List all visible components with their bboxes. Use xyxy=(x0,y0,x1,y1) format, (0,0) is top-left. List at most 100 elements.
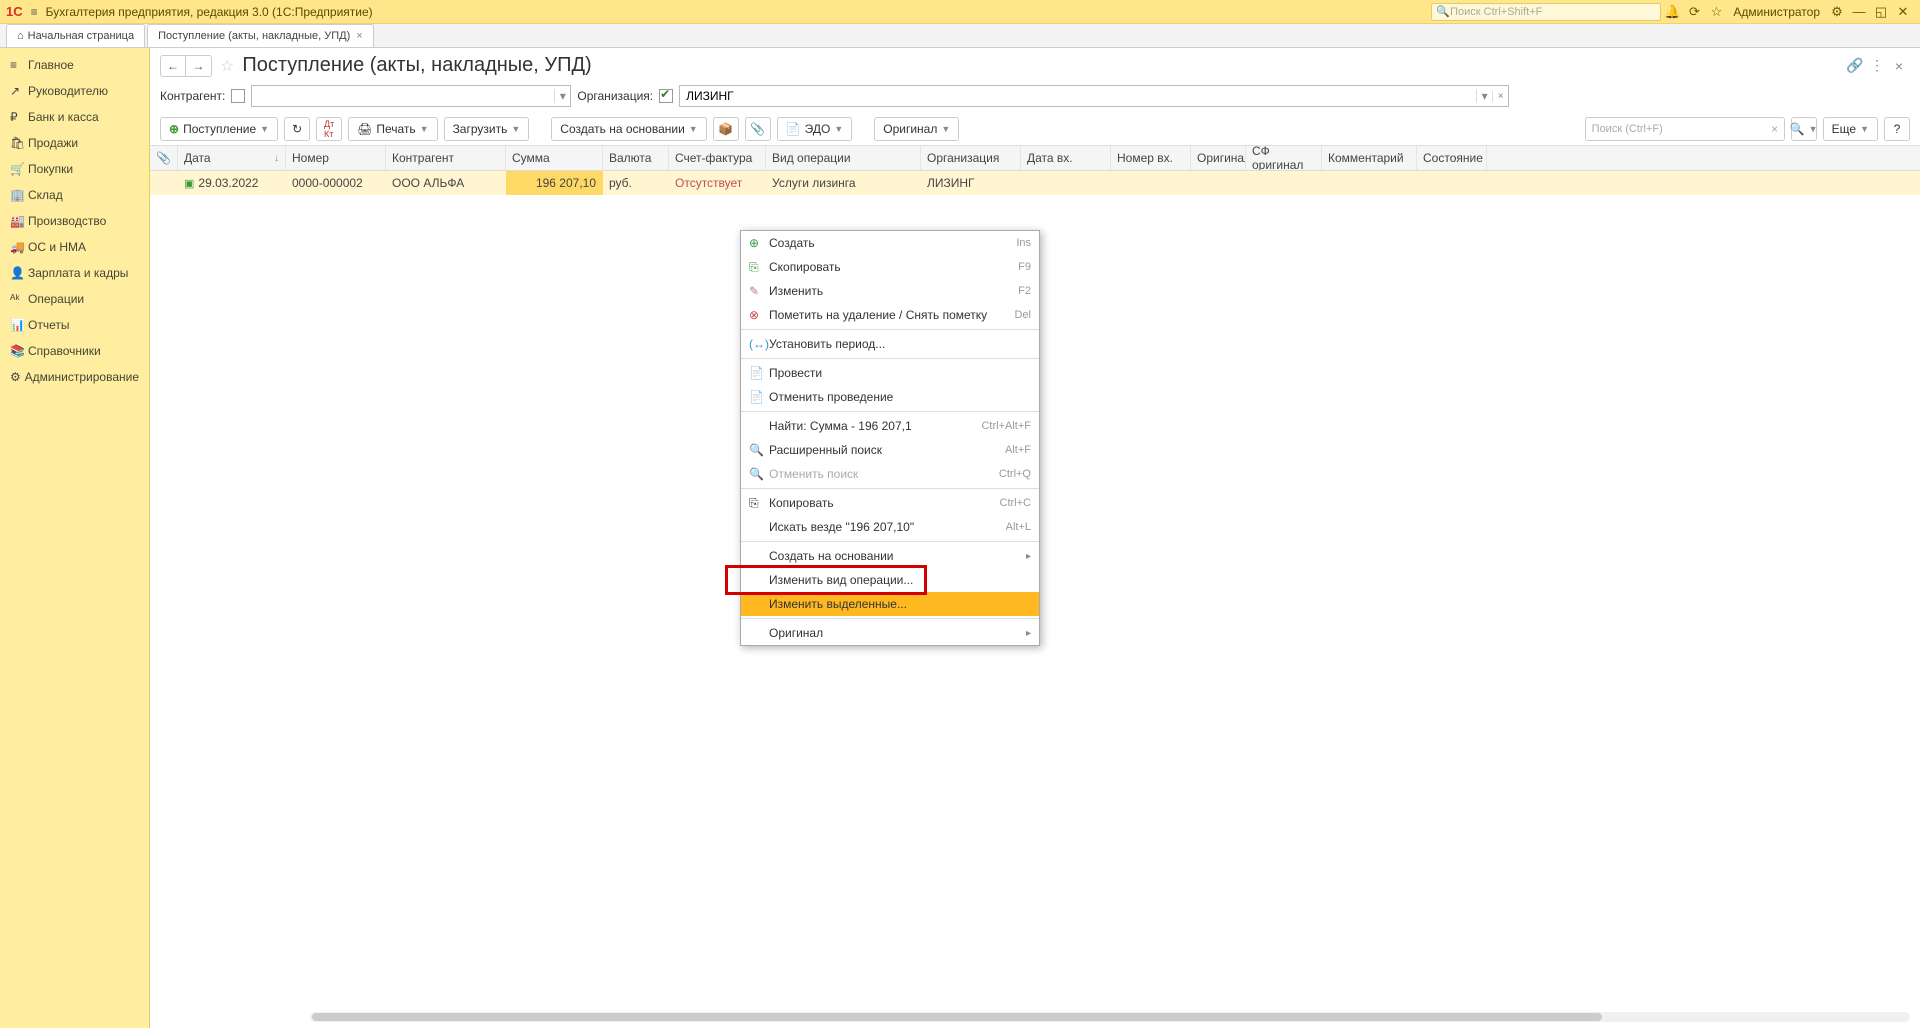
minimize-icon[interactable]: — xyxy=(1848,4,1870,19)
ruble-icon: ₽ xyxy=(10,110,28,124)
search-button[interactable]: 🔍▼ xyxy=(1791,117,1817,141)
menu-create[interactable]: ⊕СоздатьIns xyxy=(741,231,1039,255)
col-contr[interactable]: Контрагент xyxy=(386,146,506,170)
col-org[interactable]: Организация xyxy=(921,146,1021,170)
col-dtin[interactable]: Дата вх. xyxy=(1021,146,1111,170)
tab-home[interactable]: ⌂ Начальная страница xyxy=(6,24,145,47)
col-numin[interactable]: Номер вх. xyxy=(1111,146,1191,170)
hamburger-icon[interactable]: ≡ xyxy=(31,5,38,19)
doc-posted-icon: ▣ xyxy=(184,177,194,190)
menu-find[interactable]: Найти: Сумма - 196 207,1Ctrl+Alt+F xyxy=(741,414,1039,438)
filter-org-combo[interactable]: ЛИЗИНГ ▾ × xyxy=(679,85,1509,107)
settings-icon[interactable]: ⚙ xyxy=(1826,4,1848,20)
col-vid[interactable]: Вид операции xyxy=(766,146,921,170)
package-button[interactable]: 📦 xyxy=(713,117,739,141)
col-sforig[interactable]: СФ оригинал xyxy=(1246,146,1322,170)
col-curr[interactable]: Валюта xyxy=(603,146,669,170)
home-icon: ⌂ xyxy=(17,30,24,42)
filter-org-check[interactable] xyxy=(659,89,673,103)
col-state[interactable]: Состояние xyxy=(1417,146,1487,170)
menu-unpost[interactable]: 📄Отменить проведение xyxy=(741,385,1039,409)
attach-button[interactable]: 📎 xyxy=(745,117,771,141)
gear-icon: ⚙ xyxy=(10,370,25,384)
col-date[interactable]: Дата↓ xyxy=(178,146,286,170)
sidebar-item-manager[interactable]: ↗Руководителю xyxy=(0,78,149,104)
help-button[interactable]: ? xyxy=(1884,117,1910,141)
menu-search-all[interactable]: Искать везде "196 207,10"Alt+L xyxy=(741,515,1039,539)
menu-mark-delete[interactable]: ⊗Пометить на удаление / Снять пометкуDel xyxy=(741,303,1039,327)
menu-change-op[interactable]: Изменить вид операции... xyxy=(741,568,1039,592)
sidebar-item-sales[interactable]: 🛍Продажи xyxy=(0,130,149,156)
menu-post[interactable]: 📄Провести xyxy=(741,361,1039,385)
global-search[interactable]: 🔍 Поиск Ctrl+Shift+F xyxy=(1431,3,1661,21)
sidebar-item-production[interactable]: 🏭Производство xyxy=(0,208,149,234)
sidebar-item-reports[interactable]: 📊Отчеты xyxy=(0,312,149,338)
scrollbar-thumb[interactable] xyxy=(312,1013,1602,1021)
maximize-icon[interactable]: ◱ xyxy=(1870,4,1892,20)
print-button[interactable]: 🖨Печать▼ xyxy=(348,117,437,141)
menu-create-based[interactable]: Создать на основании▸ xyxy=(741,544,1039,568)
filter-contr-check[interactable] xyxy=(231,89,245,103)
col-clip[interactable]: 📎 xyxy=(150,146,178,170)
sidebar-item-admin[interactable]: ⚙Администрирование xyxy=(0,364,149,390)
filter-row: Контрагент: ▾ Организация: ЛИЗИНГ ▾ × xyxy=(150,83,1920,113)
edo-button[interactable]: 📄ЭДО▼ xyxy=(777,117,853,141)
more-icon[interactable]: ⋮ xyxy=(1866,57,1888,74)
menu-adv-find[interactable]: 🔍Расширенный поискAlt+F xyxy=(741,438,1039,462)
person-icon: 👤 xyxy=(10,266,28,280)
col-sf[interactable]: Счет-фактура xyxy=(669,146,766,170)
clear-search-icon[interactable]: × xyxy=(1766,122,1784,136)
sidebar-item-main[interactable]: ≡Главное xyxy=(0,52,149,78)
load-button[interactable]: Загрузить▼ xyxy=(444,117,530,141)
menu-edit[interactable]: ✎ИзменитьF2 xyxy=(741,279,1039,303)
sidebar-item-bank[interactable]: ₽Банк и касса xyxy=(0,104,149,130)
menu-original[interactable]: Оригинал▸ xyxy=(741,621,1039,645)
menu-set-period[interactable]: (↔)Установить период... xyxy=(741,332,1039,356)
grid-search[interactable]: Поиск (Ctrl+F) × xyxy=(1585,117,1785,141)
sidebar-item-assets[interactable]: 🚚ОС и НМА xyxy=(0,234,149,260)
ops-icon: ᴬᵏ xyxy=(10,292,28,306)
sidebar-item-refs[interactable]: 📚Справочники xyxy=(0,338,149,364)
chevron-down-icon[interactable]: ▾ xyxy=(1476,89,1492,103)
close-page-icon[interactable]: × xyxy=(1888,58,1910,74)
refresh-button[interactable]: ↻ xyxy=(284,117,310,141)
back-button[interactable]: ← xyxy=(160,55,186,77)
table-row[interactable]: ▣29.03.2022 0000-000002 ООО АЛЬФА 196 20… xyxy=(150,171,1920,195)
menu-copy[interactable]: ⎘СкопироватьF9 xyxy=(741,255,1039,279)
bell-icon[interactable]: 🔔 xyxy=(1661,4,1683,20)
chevron-down-icon[interactable]: ▾ xyxy=(554,89,570,103)
page-title: Поступление (акты, накладные, УПД) xyxy=(242,54,591,77)
sidebar-item-purchases[interactable]: 🛒Покупки xyxy=(0,156,149,182)
menu-change-selected[interactable]: Изменить выделенные... xyxy=(741,592,1039,616)
close-tab-icon[interactable]: × xyxy=(356,30,362,42)
sidebar-item-salary[interactable]: 👤Зарплата и кадры xyxy=(0,260,149,286)
menu-copy2[interactable]: ⎘КопироватьCtrl+C xyxy=(741,491,1039,515)
history-icon[interactable]: ⟳ xyxy=(1683,4,1705,20)
col-orig[interactable]: Оригинал xyxy=(1191,146,1246,170)
col-comm[interactable]: Комментарий xyxy=(1322,146,1417,170)
close-window-icon[interactable]: ✕ xyxy=(1892,4,1914,20)
link-icon[interactable]: 🔗 xyxy=(1844,57,1866,74)
edo-icon: 📄 xyxy=(786,122,801,136)
horizontal-scrollbar[interactable] xyxy=(310,1012,1910,1022)
original-button[interactable]: Оригинал▼ xyxy=(874,117,959,141)
titlebar: 1C ≡ Бухгалтерия предприятия, редакция 3… xyxy=(0,0,1920,24)
tab-receipts[interactable]: Поступление (акты, накладные, УПД) × xyxy=(147,24,374,47)
sidebar-item-operations[interactable]: ᴬᵏОперации xyxy=(0,286,149,312)
bag-icon: 🛍 xyxy=(10,136,28,150)
col-num[interactable]: Номер xyxy=(286,146,386,170)
star-icon[interactable]: ☆ xyxy=(1705,4,1727,20)
more-button[interactable]: Еще▼ xyxy=(1823,117,1878,141)
forward-button[interactable]: → xyxy=(186,55,212,77)
dtkt-button[interactable]: ДтКт xyxy=(316,117,342,141)
sidebar-item-warehouse[interactable]: 🏢Склад xyxy=(0,182,149,208)
favorite-icon[interactable]: ☆ xyxy=(220,56,234,76)
receipt-button[interactable]: ⊕Поступление▼ xyxy=(160,117,278,141)
printer-icon: 🖨 xyxy=(357,122,372,136)
col-sum[interactable]: Сумма xyxy=(506,146,603,170)
user-label[interactable]: Администратор xyxy=(1733,5,1820,19)
filter-contr-combo[interactable]: ▾ xyxy=(251,85,571,107)
clear-icon[interactable]: × xyxy=(1492,91,1508,102)
create-based-button[interactable]: Создать на основании▼ xyxy=(551,117,706,141)
cart-icon: 🛒 xyxy=(10,162,28,176)
